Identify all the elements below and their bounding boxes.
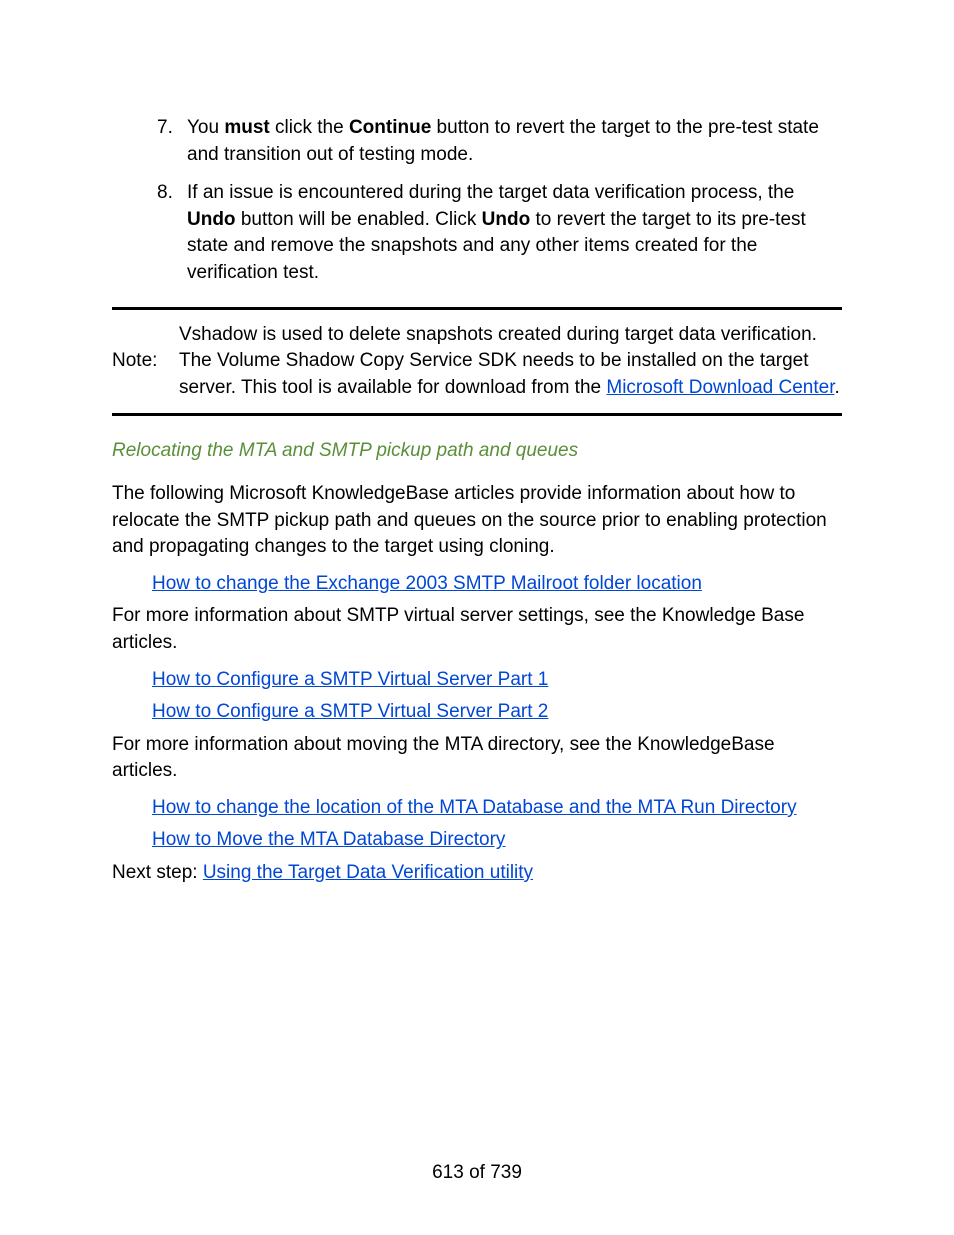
paragraph-1: The following Microsoft KnowledgeBase ar… — [112, 481, 842, 561]
step-number: 8. — [157, 180, 173, 207]
link-block: How to Configure a SMTP Virtual Server P… — [152, 699, 842, 726]
step-8: 8. If an issue is encountered during the… — [157, 180, 842, 286]
kb-link-5[interactable]: How to Move the MTA Database Directory — [152, 829, 505, 850]
step-text: If an issue is encountered during the ta… — [187, 182, 806, 283]
page-footer: 613 of 739 — [0, 1160, 954, 1187]
paragraph-2: For more information about SMTP virtual … — [112, 603, 842, 656]
link-block: How to change the Exchange 2003 SMTP Mai… — [152, 571, 842, 598]
note-box: Note: Vshadow is used to delete snapshot… — [112, 307, 842, 417]
kb-link-3[interactable]: How to Configure a SMTP Virtual Server P… — [152, 701, 548, 722]
kb-link-2[interactable]: How to Configure a SMTP Virtual Server P… — [152, 669, 548, 690]
next-step-link[interactable]: Using the Target Data Verification utili… — [203, 862, 533, 883]
step-number: 7. — [157, 115, 173, 142]
link-block: How to Configure a SMTP Virtual Server P… — [152, 667, 842, 694]
numbered-steps: 7. You must click the Continue button to… — [112, 115, 842, 287]
note-text: Vshadow is used to delete snapshots crea… — [179, 322, 842, 402]
next-step: Next step: Using the Target Data Verific… — [112, 860, 842, 887]
step-7: 7. You must click the Continue button to… — [157, 115, 842, 168]
step-text: You must click the Continue button to re… — [187, 117, 819, 165]
subheading: Relocating the MTA and SMTP pickup path … — [112, 438, 842, 465]
paragraph-3: For more information about moving the MT… — [112, 732, 842, 785]
kb-link-1[interactable]: How to change the Exchange 2003 SMTP Mai… — [152, 573, 702, 594]
note-label: Note: — [112, 348, 167, 375]
kb-link-4[interactable]: How to change the location of the MTA Da… — [152, 797, 797, 818]
note-link[interactable]: Microsoft Download Center — [606, 377, 834, 398]
link-block: How to Move the MTA Database Directory — [152, 827, 842, 854]
link-block: How to change the location of the MTA Da… — [152, 795, 842, 822]
document-page: 7. You must click the Continue button to… — [0, 0, 954, 1235]
